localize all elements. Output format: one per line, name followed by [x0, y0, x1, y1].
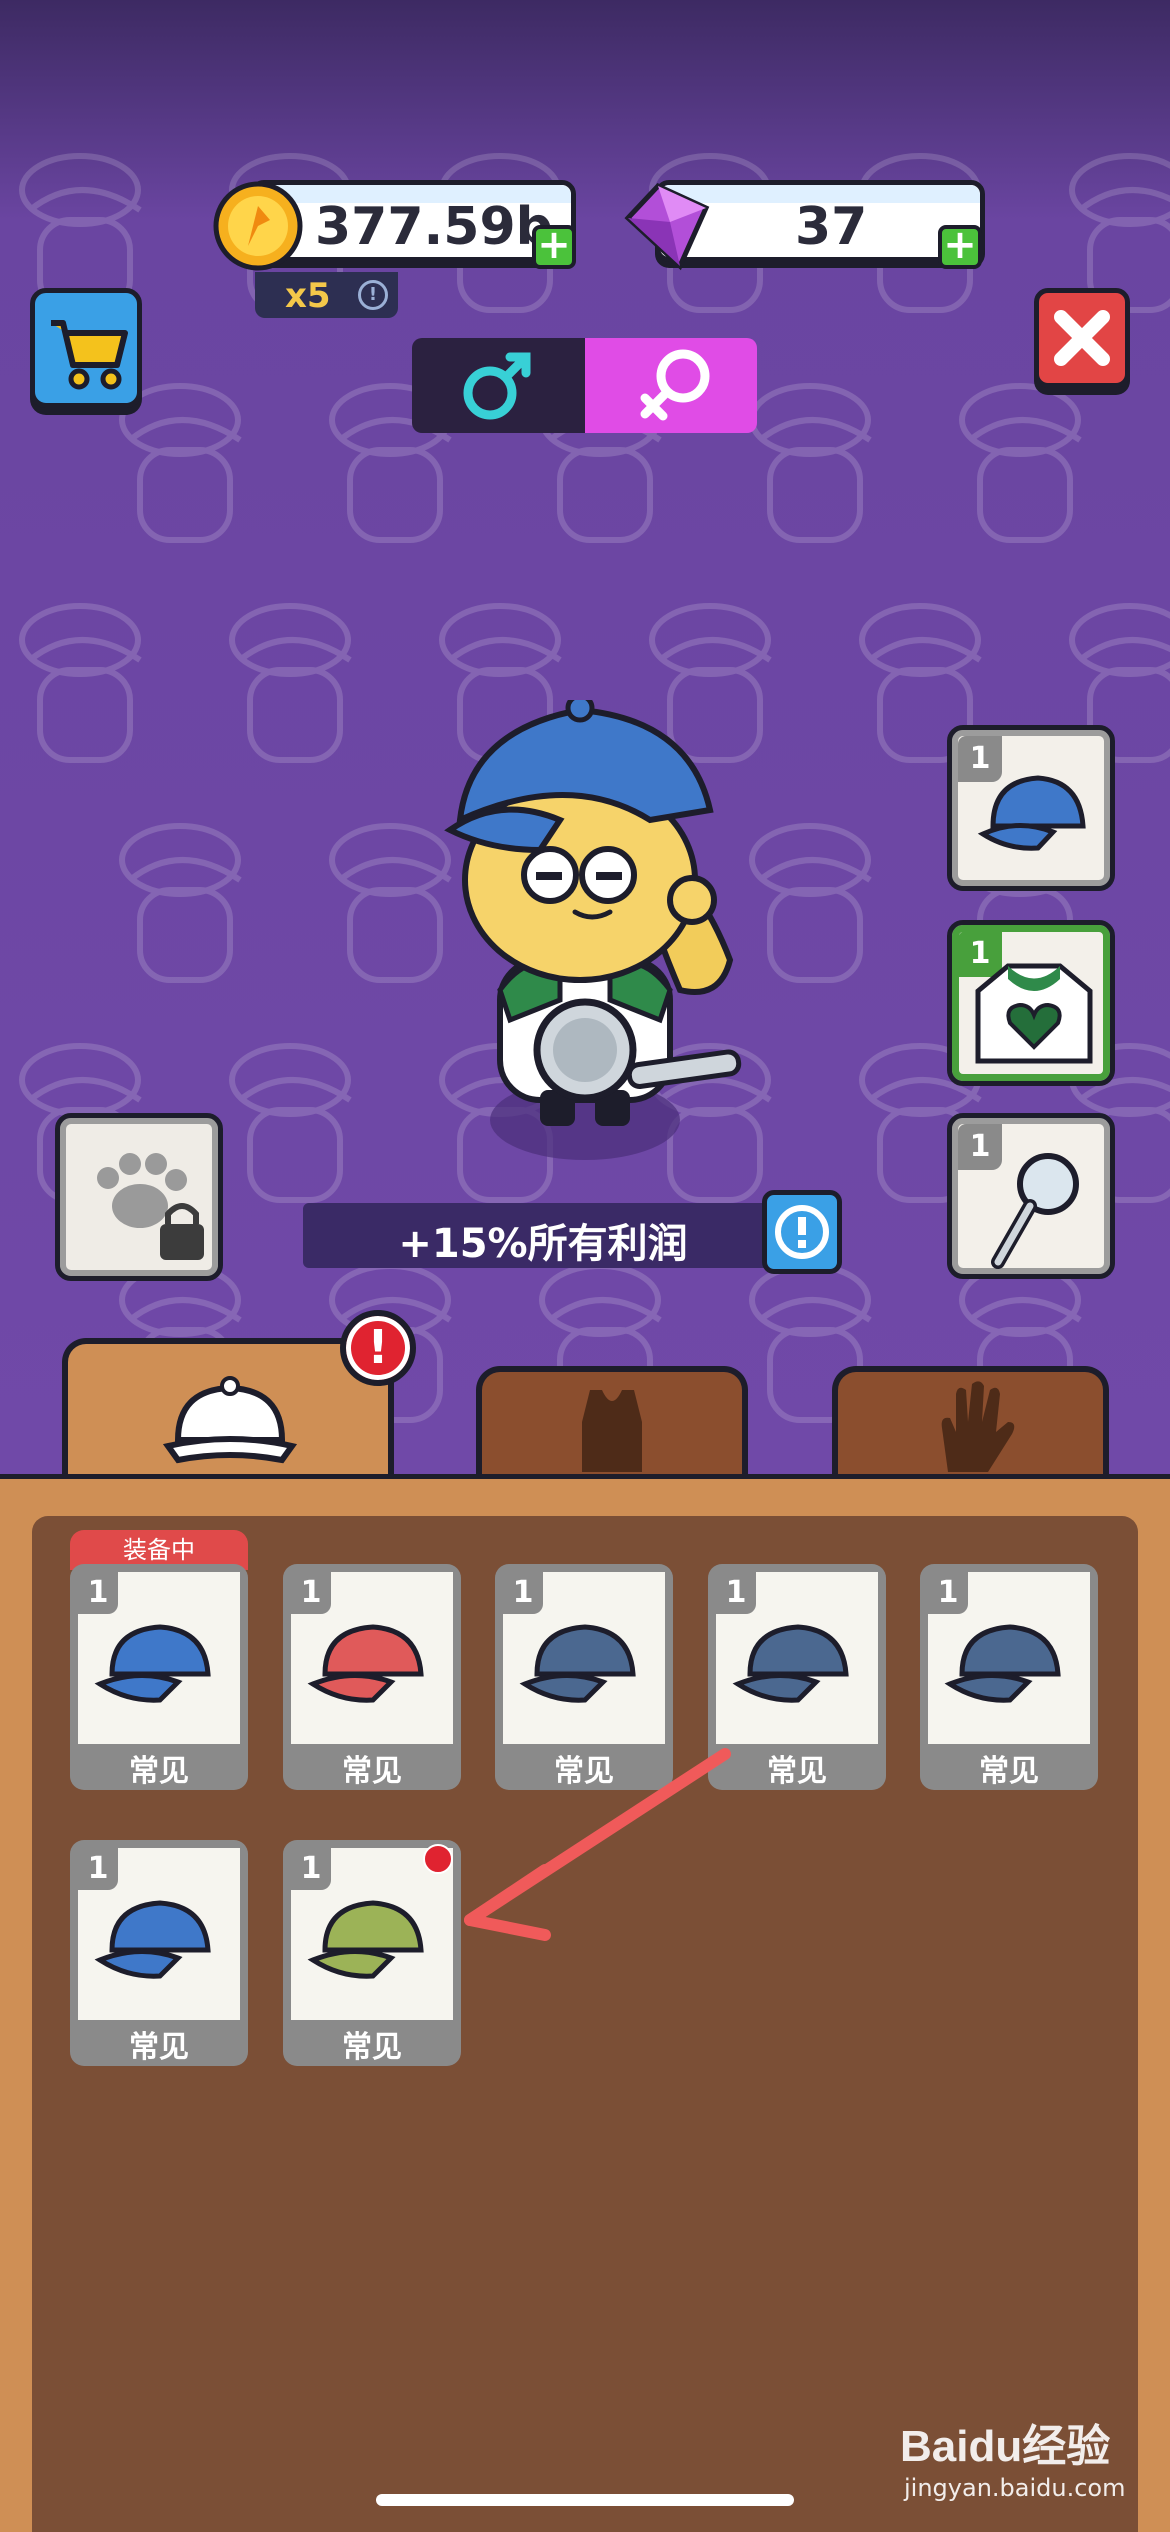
watermark-url: jingyan.baidu.com [904, 2474, 1126, 2502]
close-button[interactable] [1034, 288, 1130, 388]
income-multiplier-badge[interactable]: x5 ! [255, 272, 398, 318]
inventory-item[interactable]: 1 常见 [283, 1564, 461, 1790]
inventory-item-new[interactable]: 1 常见 [283, 1840, 461, 2066]
female-option[interactable] [585, 338, 757, 433]
olive-cap-icon [307, 1900, 424, 1979]
item-rarity-label: 常见 [342, 1754, 402, 1789]
gem-icon [624, 182, 710, 271]
inventory-item[interactable]: 1 常见 [708, 1564, 886, 1790]
shopping-cart-icon [51, 320, 128, 390]
red-cap-icon [307, 1624, 424, 1703]
info-icon[interactable]: ! [358, 280, 388, 310]
profit-info-button[interactable] [762, 1190, 842, 1274]
item-count: 1 [716, 1572, 756, 1614]
item-count: 1 [78, 1848, 118, 1890]
gem-amount: 37 [795, 197, 868, 257]
add-gems-button[interactable]: + [938, 225, 982, 269]
navy-cap-icon [944, 1624, 1061, 1703]
item-rarity-label: 常见 [554, 1754, 614, 1789]
tab-gloves[interactable] [832, 1366, 1109, 1480]
item-count: 1 [928, 1572, 968, 1614]
item-count: 1 [291, 1572, 331, 1614]
item-count: 1 [78, 1572, 118, 1614]
blue-cap-icon [977, 775, 1086, 851]
cap-icon [162, 1376, 298, 1464]
home-indicator[interactable] [376, 2494, 794, 2506]
watermark: Baidu经验 jingyan.baidu.com [900, 2410, 1125, 2502]
profit-bonus-text: +15%所有利润 [398, 1221, 688, 1267]
coin-amount: 377.59b [315, 197, 553, 257]
shop-button[interactable] [30, 288, 142, 408]
player-character [444, 700, 742, 1160]
watermark-brand: Baidu经验 [900, 2422, 1111, 2471]
blue-cap-icon [94, 1624, 211, 1703]
equipped-hat-slot[interactable]: 1 [947, 725, 1115, 891]
navy-cap-icon [732, 1624, 849, 1703]
item-count: 1 [291, 1848, 331, 1890]
equipped-tool-slot[interactable]: 1 [947, 1113, 1115, 1279]
coin-icon [213, 181, 303, 271]
item-rarity-label: 常见 [129, 1754, 189, 1789]
pet-slot-locked[interactable] [55, 1113, 223, 1281]
new-item-alert-badge: ! [340, 1310, 416, 1386]
profit-bonus-bar: +15%所有利润 [303, 1203, 783, 1268]
equipped-shirt-slot[interactable]: 1 [947, 920, 1115, 1086]
inventory-item[interactable]: 1 常见 [495, 1564, 673, 1790]
male-symbol-icon [463, 352, 531, 420]
item-rarity-label: 常见 [342, 2030, 402, 2065]
navy-cap-icon [519, 1624, 636, 1703]
info-icon [775, 1205, 829, 1259]
blue-cap-icon [94, 1900, 211, 1979]
inventory-item[interactable]: 1 常见 [70, 1564, 248, 1790]
add-coins-button[interactable]: + [532, 225, 576, 269]
item-rarity-label: 常见 [129, 2030, 189, 2065]
female-symbol-icon [640, 349, 710, 421]
male-option[interactable] [412, 338, 585, 433]
close-icon [1054, 310, 1110, 366]
inventory-item[interactable]: 1 常见 [920, 1564, 1098, 1790]
item-count: 1 [503, 1572, 543, 1614]
item-rarity-label: 常见 [767, 1754, 827, 1789]
tab-shirts[interactable] [476, 1366, 748, 1480]
shirt-icon [582, 1390, 642, 1472]
inventory-item[interactable]: 1 常见 [70, 1840, 248, 2066]
gender-toggle [412, 338, 757, 433]
item-rarity-label: 常见 [979, 1754, 1039, 1789]
new-item-dot [423, 1844, 453, 1874]
paw-lock-icon [97, 1153, 204, 1260]
hand-icon [941, 1381, 1015, 1472]
magnifier-icon [991, 1153, 1079, 1269]
multiplier-text: x5 [285, 276, 331, 316]
green-heart-shirt-icon [975, 963, 1093, 1064]
